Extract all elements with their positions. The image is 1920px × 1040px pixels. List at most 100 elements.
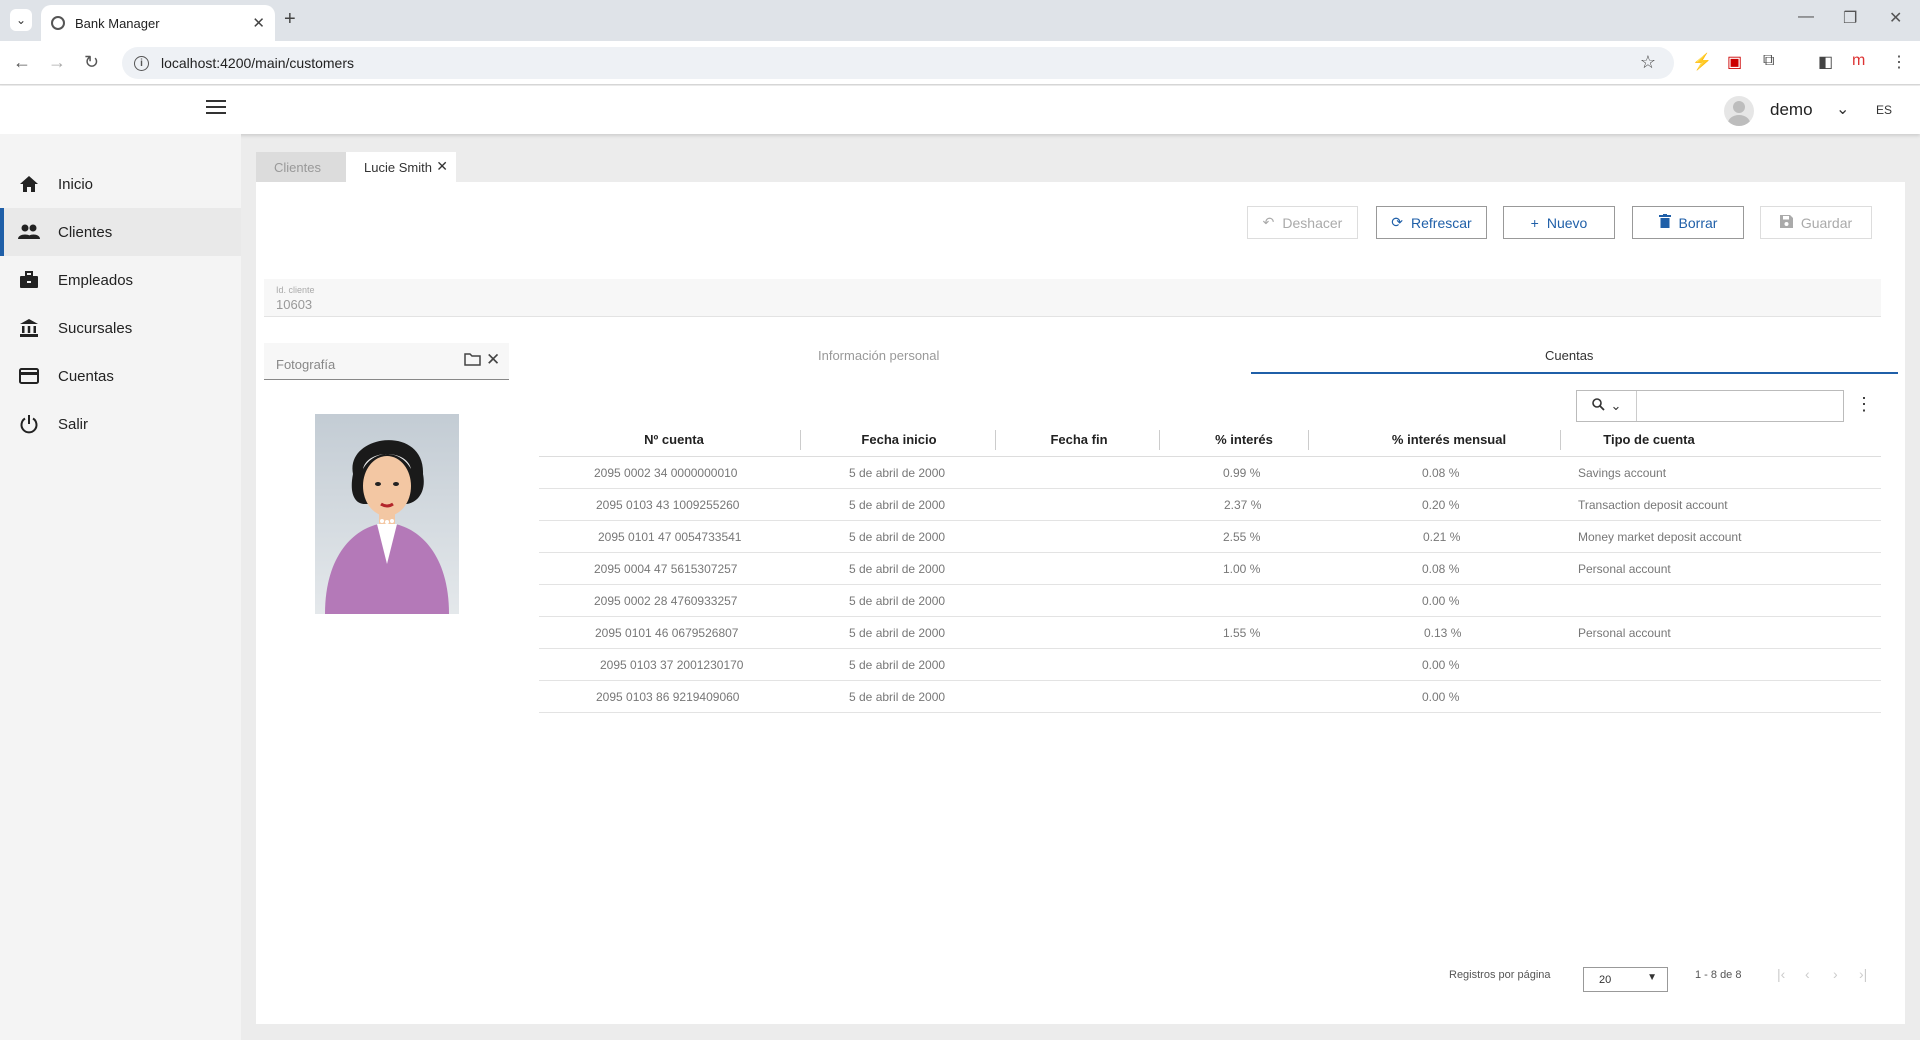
search-input[interactable] — [1637, 392, 1843, 420]
table-row[interactable]: 2095 0101 46 0679526807 5 de abril de 20… — [539, 617, 1881, 649]
language-selector[interactable]: ES — [1876, 103, 1892, 117]
next-page-icon[interactable]: › — [1833, 966, 1838, 982]
delete-button[interactable]: Borrar — [1632, 206, 1744, 239]
customer-id-field[interactable]: Id. cliente 10603 — [264, 279, 1881, 317]
start-date: 5 de abril de 2000 — [849, 498, 946, 512]
photo-field[interactable]: Fotografía ✕ — [264, 343, 509, 380]
tab-clientes[interactable]: Clientes — [256, 152, 346, 182]
forward-icon[interactable]: → — [48, 52, 66, 73]
tab-list-dropdown-icon[interactable]: ⌄ — [10, 9, 32, 31]
tab-label: Lucie Smith — [364, 159, 432, 175]
monthly-interest: 0.08 % — [1422, 466, 1460, 480]
browser-tab[interactable]: Bank Manager ✕ — [41, 5, 275, 41]
browser-menu-icon[interactable]: ⋮ — [1891, 52, 1907, 72]
back-icon[interactable]: ← — [13, 52, 31, 73]
account-type: Savings account — [1578, 466, 1667, 480]
interest: 0.99 % — [1223, 466, 1261, 480]
customer-id-label: Id. cliente — [276, 285, 315, 295]
save-button[interactable]: Guardar — [1760, 206, 1872, 239]
sidebar-item-empleados[interactable]: Empleados — [0, 256, 241, 304]
interest: 2.55 % — [1223, 530, 1261, 544]
username[interactable]: demo — [1770, 100, 1813, 120]
account-number: 2095 0002 28 4760933257 — [594, 594, 738, 608]
close-tab-icon[interactable]: ✕ — [436, 158, 448, 175]
table-row[interactable]: 2095 0002 34 0000000010 5 de abril de 20… — [539, 457, 1881, 489]
refresh-button[interactable]: ⟳ Refrescar — [1376, 206, 1487, 239]
tab-accounts[interactable]: Cuentas — [1545, 348, 1593, 363]
address-bar[interactable]: i localhost:4200/main/customers ☆ — [122, 47, 1674, 79]
side-panel-icon[interactable]: ◧ — [1818, 52, 1833, 72]
photo-label: Fotografía — [276, 357, 336, 372]
monthly-interest: 0.20 % — [1422, 498, 1460, 512]
sidebar-item-inicio[interactable]: Inicio — [0, 160, 241, 208]
avatar[interactable] — [1724, 96, 1754, 126]
tab-personal-info[interactable]: Información personal — [818, 348, 939, 363]
restore-icon[interactable]: ❐ — [1843, 8, 1857, 28]
browser-tabstrip: ⌄ Bank Manager ✕ + — ❐ ✕ — [0, 0, 1920, 41]
start-date: 5 de abril de 2000 — [849, 562, 946, 576]
sidebar-item-label: Salir — [58, 415, 89, 433]
table-row[interactable]: 2095 0101 47 0054733541 5 de abril de 20… — [539, 521, 1881, 553]
plus-icon: + — [1530, 214, 1539, 231]
column-header[interactable]: Tipo de cuenta — [1569, 432, 1729, 447]
folder-icon[interactable] — [464, 353, 481, 370]
clear-icon[interactable]: ✕ — [486, 350, 500, 370]
page-size-label: Registros por página — [1449, 969, 1551, 981]
reload-icon[interactable]: ↻ — [84, 52, 99, 73]
active-tab-indicator — [1251, 372, 1898, 374]
monthly-interest: 0.08 % — [1422, 562, 1460, 576]
new-tab-icon[interactable]: + — [284, 8, 296, 31]
account-type: Personal account — [1578, 562, 1671, 576]
home-icon — [18, 173, 40, 195]
extensions-puzzle-icon[interactable]: ⧉ — [1763, 52, 1774, 70]
last-page-icon[interactable]: ›| — [1859, 966, 1867, 982]
first-page-icon[interactable]: |‹ — [1777, 966, 1785, 982]
undo-icon: ↶ — [1262, 214, 1275, 230]
account-number: 2095 0103 43 1009255260 — [596, 498, 740, 512]
extension-im-icon[interactable]: m — [1852, 52, 1865, 70]
column-header[interactable]: % interés mensual — [1339, 432, 1559, 447]
column-header[interactable]: Fecha inicio — [819, 432, 979, 447]
extension-pdf-icon[interactable]: ▣ — [1727, 52, 1742, 72]
table-row[interactable]: 2095 0103 86 9219409060 5 de abril de 20… — [539, 681, 1881, 713]
grid-options-icon[interactable]: ⋮ — [1855, 394, 1873, 415]
table-row[interactable]: 2095 0002 28 4760933257 5 de abril de 20… — [539, 585, 1881, 617]
table-row[interactable]: 2095 0103 43 1009255260 5 de abril de 20… — [539, 489, 1881, 521]
start-date: 5 de abril de 2000 — [849, 626, 946, 640]
interest: 1.00 % — [1223, 562, 1261, 576]
table-header: Nº cuenta Fecha inicio Fecha fin % inter… — [539, 422, 1881, 457]
account-number: 2095 0103 86 9219409060 — [596, 690, 740, 704]
site-info-icon[interactable]: i — [134, 55, 149, 71]
sidebar-item-sucursales[interactable]: Sucursales — [0, 304, 241, 352]
prev-page-icon[interactable]: ‹ — [1805, 966, 1810, 982]
bank-icon — [18, 317, 40, 339]
table-row[interactable]: 2095 0103 37 2001230170 5 de abril de 20… — [539, 649, 1881, 681]
page-size-select[interactable]: 20 ▼ — [1583, 967, 1668, 992]
column-header[interactable]: Nº cuenta — [599, 432, 749, 447]
minimize-icon[interactable]: — — [1798, 8, 1814, 26]
hamburger-menu-icon[interactable] — [206, 100, 226, 118]
close-tab-icon[interactable]: ✕ — [252, 14, 265, 32]
account-number: 2095 0004 47 5615307257 — [594, 562, 738, 576]
bookmark-star-icon[interactable]: ☆ — [1640, 52, 1656, 73]
sidebar-item-salir[interactable]: Salir — [0, 400, 241, 448]
extension-bolt-icon[interactable]: ⚡ — [1692, 52, 1712, 72]
search-options-button[interactable]: ⌄ — [1577, 391, 1637, 421]
new-button[interactable]: + Nuevo — [1503, 206, 1615, 239]
column-header[interactable]: % interés — [1184, 432, 1304, 447]
table-row[interactable]: 2095 0004 47 5615307257 5 de abril de 20… — [539, 553, 1881, 585]
sidebar-item-label: Sucursales — [58, 319, 133, 337]
sidebar-item-cuentas[interactable]: Cuentas — [0, 352, 241, 400]
close-window-icon[interactable]: ✕ — [1889, 8, 1902, 28]
tab-customer-detail[interactable]: Lucie Smith ✕ — [346, 152, 456, 182]
interest: 1.55 % — [1223, 626, 1261, 640]
column-header[interactable]: Fecha fin — [1019, 432, 1139, 447]
undo-button[interactable]: ↶ Deshacer — [1247, 206, 1358, 239]
credit-card-icon — [18, 365, 40, 387]
sidebar-item-clientes[interactable]: Clientes — [0, 208, 241, 256]
chevron-down-icon[interactable]: ⌄ — [1836, 99, 1849, 119]
address-bar-row: ← → ↻ i localhost:4200/main/customers ☆ … — [0, 41, 1920, 85]
customer-id-value: 10603 — [276, 297, 313, 312]
accounts-table: Nº cuenta Fecha inicio Fecha fin % inter… — [539, 422, 1881, 713]
briefcase-icon — [18, 269, 40, 291]
